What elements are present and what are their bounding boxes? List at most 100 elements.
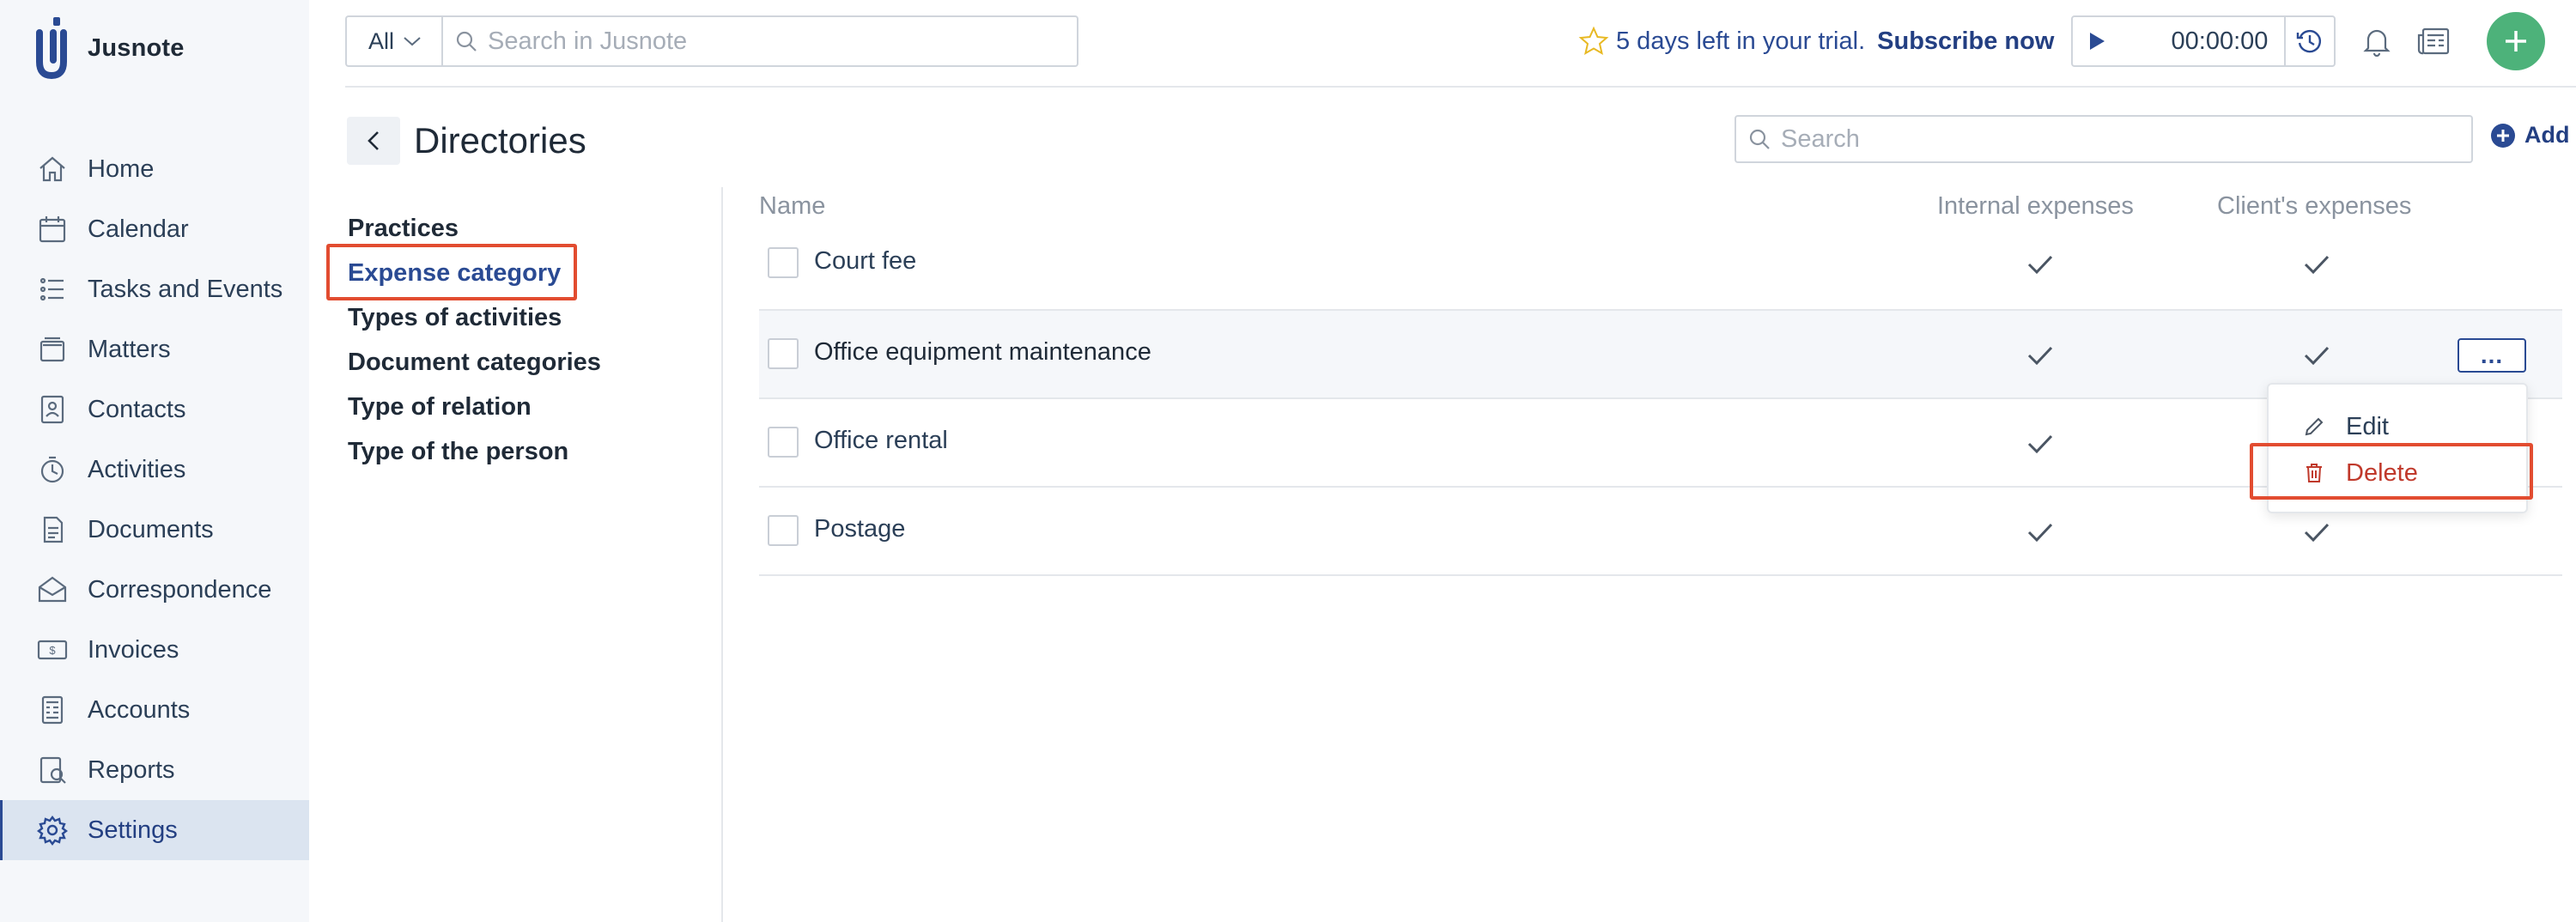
sidebar-item-matters[interactable]: Matters [0, 319, 309, 379]
directory-item-type-of-relation[interactable]: Type of relation [348, 385, 601, 429]
matters-icon [39, 337, 65, 362]
sidebar-item-settings[interactable]: Settings [0, 800, 309, 860]
sidebar-item-label: Matters [88, 335, 171, 363]
panel-divider [721, 187, 723, 922]
notifications-button[interactable] [2354, 19, 2399, 64]
timer-play-button[interactable] [2073, 17, 2121, 65]
logo[interactable]: Jusnote [34, 15, 185, 81]
jusnote-logo-icon [36, 17, 67, 80]
sidebar-item-contacts[interactable]: Contacts [0, 379, 309, 440]
home-icon [39, 156, 65, 182]
row-name: Office rental [814, 427, 948, 454]
star-icon [1578, 26, 1609, 56]
checkmark-icon [2304, 255, 2330, 275]
search-scope-select[interactable]: All [345, 15, 443, 67]
sidebar-item-label: Reports [88, 755, 175, 784]
documents-icon [43, 516, 64, 543]
table-row[interactable]: Court fee [759, 230, 2562, 311]
row-name: Office equipment maintenance [814, 338, 1151, 366]
row-checkbox[interactable] [768, 427, 799, 458]
add-label: Add [2524, 122, 2570, 148]
time-tracker: 00:00:00 [2071, 15, 2336, 67]
search-icon [456, 31, 477, 52]
menu-item-edit[interactable]: Edit [2269, 405, 2526, 448]
checkmark-icon [2027, 523, 2053, 543]
checkmark-icon [2304, 523, 2330, 543]
directory-item-expense-category[interactable]: Expense category [348, 251, 601, 295]
topbar: All 5 days left in your trial. Subscribe… [309, 0, 2576, 86]
checkmark-icon [2304, 346, 2330, 366]
topbar-divider [345, 86, 2576, 88]
directory-item-practices[interactable]: Practices [348, 206, 601, 251]
row-more-button[interactable]: ... [2458, 338, 2526, 373]
sidebar-item-label: Activities [88, 455, 186, 483]
expense-category-table: Name Internal expenses Client's expenses… [759, 182, 2562, 576]
sidebar-item-activities[interactable]: Activities [0, 440, 309, 500]
row-context-menu: Edit Delete [2267, 383, 2528, 513]
sidebar-item-home[interactable]: Home [0, 139, 309, 199]
sidebar-item-documents[interactable]: Documents [0, 500, 309, 560]
sidebar-item-reports[interactable]: Reports [0, 740, 309, 800]
sidebar-item-label: Correspondence [88, 575, 272, 604]
column-header-name: Name [759, 192, 826, 220]
sidebar-nav: Home Calendar Tasks and Events Matters C… [0, 139, 309, 860]
global-search [441, 15, 1078, 67]
directory-search [1735, 115, 2473, 163]
row-checkbox[interactable] [768, 515, 799, 546]
sidebar-item-invoices[interactable]: $ Invoices [0, 620, 309, 680]
chevron-left-icon [368, 131, 379, 150]
news-button[interactable] [2411, 19, 2456, 64]
sidebar-item-label: Settings [88, 816, 178, 844]
trash-icon [2306, 464, 2322, 482]
sidebar-item-correspondence[interactable]: Correspondence [0, 560, 309, 620]
sidebar-item-tasks[interactable]: Tasks and Events [0, 259, 309, 319]
menu-item-delete[interactable]: Delete [2269, 452, 2526, 494]
table-header: Name Internal expenses Client's expenses [759, 182, 2562, 230]
directory-list: Practices Expense category Types of acti… [348, 206, 601, 474]
quick-add-button[interactable] [2487, 12, 2545, 70]
sidebar: Jusnote Home Calendar Tasks and Events M… [0, 0, 309, 922]
column-header-clients-expenses: Client's expenses [2217, 192, 2412, 220]
menu-item-label: Delete [2346, 458, 2418, 487]
checkmark-icon [2027, 434, 2053, 454]
calendar-icon [39, 216, 66, 243]
reports-icon [39, 756, 66, 784]
sidebar-item-label: Home [88, 155, 155, 183]
global-search-input[interactable] [488, 27, 1048, 56]
directory-item-type-of-the-person[interactable]: Type of the person [348, 429, 601, 474]
trial-banner: 5 days left in your trial. Subscribe now [1578, 19, 2054, 64]
timer-value: 00:00:00 [2171, 27, 2269, 55]
column-header-internal-expenses: Internal expenses [1937, 192, 2134, 220]
search-icon [1749, 129, 1770, 149]
sidebar-item-accounts[interactable]: Accounts [0, 680, 309, 740]
sidebar-item-label: Contacts [88, 395, 186, 423]
plus-circle-icon [2491, 123, 2515, 148]
menu-item-label: Edit [2346, 412, 2389, 440]
search-scope-value: All [368, 27, 394, 54]
trial-text: 5 days left in your trial. [1616, 27, 1866, 55]
directory-search-input[interactable] [1781, 124, 2432, 154]
subscribe-link[interactable]: Subscribe now [1877, 27, 2054, 56]
sidebar-item-label: Invoices [88, 635, 179, 664]
row-checkbox[interactable] [768, 338, 799, 369]
checkmark-icon [2027, 346, 2053, 366]
back-button[interactable] [347, 117, 400, 165]
sidebar-item-label: Documents [88, 515, 214, 543]
add-button[interactable]: Add [2490, 122, 2569, 149]
directory-item-types-of-activities[interactable]: Types of activities [348, 295, 601, 340]
directory-item-document-categories[interactable]: Document categories [348, 340, 601, 385]
app-root: Jusnote Home Calendar Tasks and Events M… [0, 0, 2576, 922]
row-name: Court fee [814, 247, 917, 275]
accounts-icon [41, 695, 64, 725]
sidebar-item-label: Calendar [88, 215, 189, 243]
chevron-down-icon [404, 37, 421, 46]
sidebar-item-label: Accounts [88, 695, 191, 724]
correspondence-icon [38, 576, 67, 603]
settings-icon [37, 816, 68, 846]
timer-history-button[interactable] [2284, 17, 2334, 65]
invoices-icon: $ [37, 640, 68, 660]
row-checkbox[interactable] [768, 247, 799, 278]
sidebar-item-calendar[interactable]: Calendar [0, 199, 309, 259]
checkmark-icon [2027, 255, 2053, 275]
row-name: Postage [814, 515, 906, 543]
